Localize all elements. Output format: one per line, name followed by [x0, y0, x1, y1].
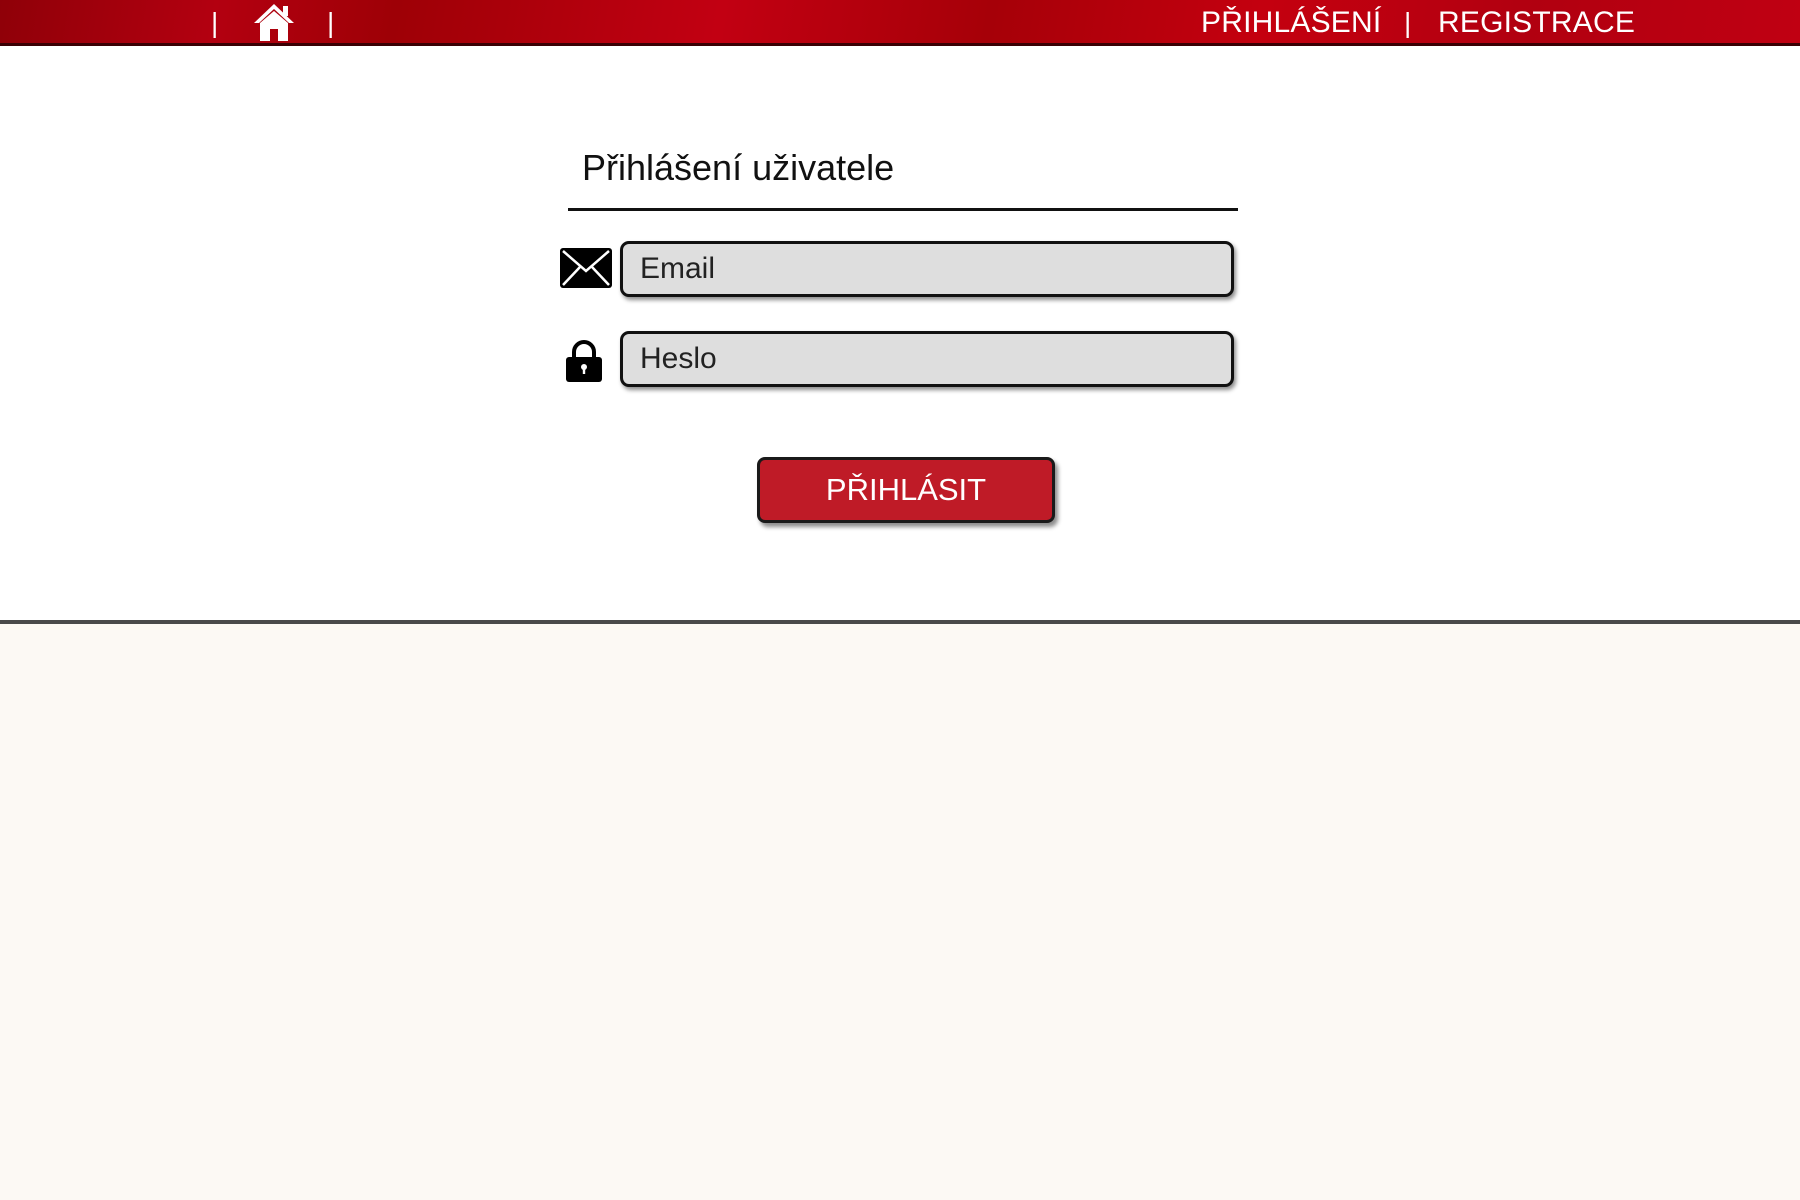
top-navigation-bar: | | PŘIHLÁŠENÍ | REGISTRACE [0, 0, 1800, 46]
password-field[interactable] [620, 331, 1234, 387]
register-link[interactable]: REGISTRACE [1438, 6, 1635, 40]
page-title: Přihlášení uživatele [582, 147, 895, 188]
lock-icon [566, 340, 602, 382]
nav-separator: | [211, 7, 219, 38]
envelope-icon [560, 248, 612, 288]
nav-separator: | [327, 7, 335, 38]
login-button[interactable]: PŘIHLÁSIT [757, 457, 1055, 523]
email-field[interactable] [620, 241, 1234, 297]
nav-separator: | [1404, 7, 1412, 38]
login-link[interactable]: PŘIHLÁŠENÍ [1201, 6, 1381, 40]
title-divider [568, 208, 1238, 211]
home-icon[interactable] [252, 2, 296, 42]
